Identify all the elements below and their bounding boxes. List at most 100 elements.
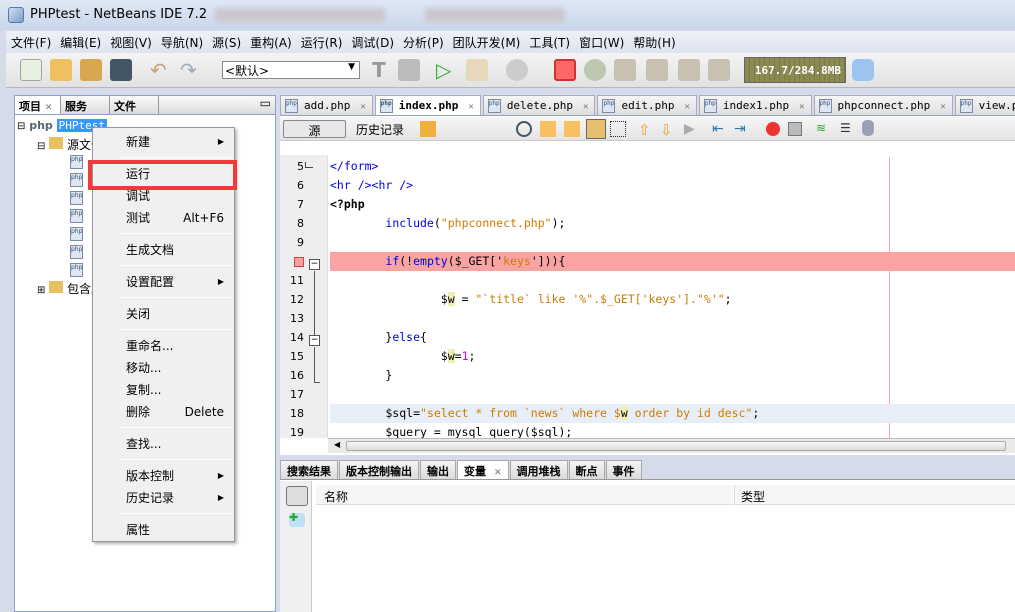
step-out-icon[interactable]	[678, 59, 700, 81]
debug-icon[interactable]	[466, 59, 488, 81]
context-menu-item[interactable]: 属性	[126, 520, 226, 540]
tree-file-node[interactable]: php	[70, 190, 83, 206]
bottom-tab[interactable]: 输出	[420, 460, 456, 479]
memory-usage-meter[interactable]: 167.7/284.8MB	[744, 57, 846, 83]
collapse-icon[interactable]: ⊟	[37, 141, 45, 152]
tab-projects[interactable]: 项目 ✕	[15, 96, 61, 114]
find-previous-icon[interactable]	[540, 121, 556, 137]
close-icon[interactable]: ✕	[45, 103, 53, 113]
code-line[interactable]: 11	[280, 271, 1015, 290]
scroll-left-icon[interactable]: ◀	[334, 440, 340, 449]
close-icon[interactable]: ✕	[799, 102, 804, 112]
bottom-tab[interactable]: 断点	[568, 460, 605, 479]
menu-item[interactable]: 调试(D)	[346, 31, 398, 51]
find-icon[interactable]	[516, 121, 532, 137]
context-menu-item[interactable]: 重命名...	[126, 336, 226, 356]
toggle-highlight-icon[interactable]	[586, 119, 606, 139]
next-bookmark-icon[interactable]: ⇩	[660, 121, 676, 139]
close-icon[interactable]: ✕	[468, 102, 473, 112]
editor-tab[interactable]: php index1.php ✕	[698, 95, 812, 115]
context-menu-item[interactable]: 移动...	[126, 358, 226, 378]
database-icon[interactable]	[862, 120, 874, 136]
context-menu-item[interactable]: 测试 Alt+F6	[126, 208, 226, 228]
code-line[interactable]: 18 $sql="select * from `news` where $w o…	[280, 404, 1015, 423]
menu-item[interactable]: 导航(N)	[156, 31, 207, 51]
clean-build-icon[interactable]	[398, 59, 420, 81]
menu-item[interactable]: 工具(T)	[524, 31, 574, 51]
code-line[interactable]: 5 </form>	[280, 157, 1015, 176]
context-menu-item[interactable]: 版本控制 ▶	[126, 466, 226, 486]
step-into-icon[interactable]	[646, 59, 668, 81]
code-line[interactable]: 12 $w = "`title` like '%".$_GET['keys'].…	[280, 290, 1015, 309]
watch-toggle-icon[interactable]	[286, 486, 308, 506]
code-area[interactable]: 5 </form> 6 <hr /><hr /> 7 <?php 8 include("ph…	[280, 157, 1015, 438]
editor-tab[interactable]: php index.php ✕	[374, 95, 481, 115]
new-project-icon[interactable]	[50, 59, 72, 81]
gc-icon[interactable]	[852, 59, 874, 81]
save-all-icon[interactable]	[110, 59, 132, 81]
context-menu-item[interactable]: 生成文档	[126, 240, 226, 260]
shift-right-icon[interactable]: ⇥	[734, 121, 750, 137]
menu-item[interactable]: 窗口(W)	[574, 31, 628, 51]
context-menu-item[interactable]: 关闭	[126, 304, 226, 324]
build-icon[interactable]: T	[368, 59, 390, 81]
menu-item[interactable]: 分析(P)	[398, 31, 448, 51]
code-line[interactable]: 17	[280, 385, 1015, 404]
menu-item[interactable]: 文件(F)	[6, 31, 55, 51]
fold-collapse-icon[interactable]: −	[309, 335, 320, 346]
fold-collapse-icon[interactable]: −	[309, 259, 320, 270]
redo-icon[interactable]: ↷	[180, 59, 202, 81]
code-line[interactable]: if(!empty($_GET['keys'])){	[280, 252, 1015, 271]
stop-icon[interactable]	[554, 59, 576, 81]
context-menu-item[interactable]: 新建 ▶	[126, 132, 226, 152]
profile-icon[interactable]	[506, 59, 528, 81]
source-view-button[interactable]: 源	[283, 120, 346, 138]
tree-file-node[interactable]: php	[70, 172, 83, 188]
code-line[interactable]: 8 include("phpconnect.php");	[280, 214, 1015, 233]
run-icon[interactable]: ▷	[436, 59, 458, 81]
bottom-tab[interactable]: 调用堆栈	[509, 460, 568, 479]
toggle-bookmark-icon[interactable]: ▶	[684, 121, 700, 137]
new-watch-icon[interactable]: ✚	[289, 512, 305, 527]
column-header-name[interactable]: 名称	[316, 485, 733, 505]
uncomment-icon[interactable]: ☰	[840, 121, 856, 137]
tab-files[interactable]: 文件	[110, 96, 159, 114]
column-header-type[interactable]: 类型	[734, 485, 1015, 505]
menu-item[interactable]: 团队开发(M)	[448, 31, 525, 51]
close-icon[interactable]: ✕	[940, 102, 945, 112]
code-line[interactable]: 15 $w=1;	[280, 347, 1015, 366]
previous-bookmark-icon[interactable]: ⇧	[638, 121, 654, 139]
context-menu-item[interactable]: 删除 Delete	[126, 402, 226, 422]
menu-item[interactable]: 帮助(H)	[628, 31, 679, 51]
close-icon[interactable]: ✕	[360, 102, 365, 112]
breakpoint-icon[interactable]	[294, 257, 304, 267]
shift-left-icon[interactable]: ⇤	[712, 121, 728, 137]
minimize-icon[interactable]: ▭	[159, 96, 275, 114]
editor-tab[interactable]: php phpconnect.php ✕	[813, 95, 953, 115]
code-line[interactable]: 6 <hr /><hr />	[280, 176, 1015, 195]
open-project-icon[interactable]	[80, 59, 102, 81]
scrollbar-thumb[interactable]	[346, 441, 1006, 451]
context-menu-item[interactable]: 设置配置 ▶	[126, 272, 226, 292]
run-to-cursor-icon[interactable]	[708, 59, 730, 81]
code-line[interactable]: 9	[280, 233, 1015, 252]
expand-icon[interactable]: ⊞	[37, 285, 45, 296]
new-file-icon[interactable]	[20, 59, 42, 81]
bottom-tab[interactable]: 版本控制输出	[339, 460, 419, 479]
record-macro-icon[interactable]	[766, 122, 780, 136]
undo-icon[interactable]: ↶	[150, 59, 172, 81]
find-next-icon[interactable]	[564, 121, 580, 137]
context-menu-item[interactable]: 复制...	[126, 380, 226, 400]
step-over-icon[interactable]	[614, 59, 636, 81]
editor-tab[interactable]: php delete.php ✕	[482, 95, 596, 115]
history-view-button[interactable]: 历史记录	[346, 120, 414, 138]
code-line[interactable]: 13	[280, 309, 1015, 328]
context-menu-item[interactable]: 查找...	[126, 434, 226, 454]
tree-file-node[interactable]: php	[70, 244, 83, 260]
configuration-select[interactable]: <默认> ▼	[222, 61, 360, 79]
rectangular-selection-icon[interactable]	[610, 121, 626, 137]
bottom-tab[interactable]: 变量 ✕	[457, 460, 509, 479]
tree-file-node[interactable]: php	[70, 154, 83, 170]
tree-file-node[interactable]: php	[70, 208, 83, 224]
context-menu-item[interactable]: 历史记录 ▶	[126, 488, 226, 508]
